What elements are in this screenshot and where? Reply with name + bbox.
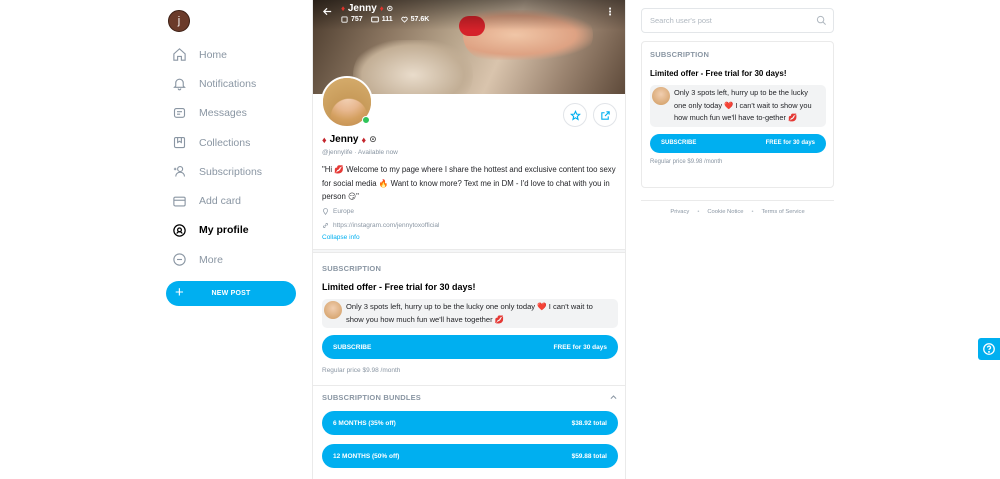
sidebar-item-label: Subscriptions — [199, 165, 263, 178]
stat-likes: 57.6K — [400, 16, 429, 23]
profile-icon — [171, 222, 187, 238]
star-icon — [569, 109, 581, 121]
section-title: SUBSCRIPTION BUNDLES — [322, 393, 422, 402]
bundle-6-months-button[interactable]: 6 MONTHS (35% off) $38.92 total — [322, 411, 618, 435]
sidebar-item-label: More — [199, 253, 223, 266]
share-button[interactable] — [593, 103, 617, 127]
more-options-icon[interactable]: ⋮ — [605, 7, 615, 18]
message-icon — [171, 105, 187, 121]
collapse-info-link[interactable]: Collapse info — [322, 234, 622, 241]
search-input[interactable]: Search user's post — [641, 8, 834, 33]
new-post-button[interactable]: + NEW POST — [166, 281, 296, 307]
sidebar-item-more[interactable]: More — [166, 245, 298, 274]
sidebar-item-label: Home — [199, 48, 228, 61]
chevron-up-icon[interactable] — [609, 393, 618, 402]
help-button[interactable] — [978, 338, 1000, 360]
footer-link-privacy[interactable]: Privacy — [670, 209, 689, 215]
offer-message: Only 3 spots left, hurry up to be the lu… — [322, 299, 618, 328]
subscription-card: SUBSCRIPTION Limited offer - Free trial … — [641, 41, 834, 188]
profile-name: ♦ Jenny ♦ ⊙ — [322, 134, 377, 145]
profile-column: ♦ Jenny ♦ ⊙ 757 111 57.6K ⋮ ♦ Jenny ♦ ⊙ … — [312, 0, 626, 479]
bundle-12-months-button[interactable]: 12 MONTHS (50% off) $59.88 total — [322, 444, 618, 468]
heart-icon — [400, 16, 408, 23]
sidebar: j Home Notifications Messages Collection… — [166, 10, 298, 307]
divider — [313, 385, 625, 386]
pin-icon: ♦ — [379, 4, 384, 13]
online-status-dot — [362, 116, 370, 124]
sidebar-item-label: Notifications — [199, 77, 257, 90]
link-icon — [323, 223, 328, 228]
cover-name: ♦ Jenny ♦ ⊙ — [341, 3, 394, 14]
offer-title: Limited offer - Free trial for 30 days! — [322, 282, 476, 292]
pin-icon: ♦ — [341, 4, 346, 13]
divider — [313, 249, 625, 253]
footer-links: Privacy • Cookie Notice • Terms of Servi… — [670, 209, 805, 215]
profile-bio: "Hi 💋 Welcome to my page where I share t… — [322, 165, 616, 201]
user-avatar[interactable]: j — [168, 10, 190, 32]
back-arrow-icon[interactable] — [322, 6, 333, 20]
bell-icon — [171, 76, 187, 92]
sidebar-item-label: My profile — [199, 224, 249, 237]
section-title: SUBSCRIPTION — [322, 264, 382, 273]
pin-icon: ♦ — [322, 134, 327, 145]
sidebar-item-my-profile[interactable]: My profile — [166, 216, 298, 245]
sidebar-item-collections[interactable]: Collections — [166, 128, 298, 157]
more-icon — [171, 252, 187, 268]
sidebar-item-label: Messages — [199, 107, 247, 120]
bundles-section: SUBSCRIPTION BUNDLES 6 MONTHS (35% off) … — [322, 393, 618, 468]
card-icon — [171, 193, 187, 209]
offer-title: Limited offer - Free trial for 30 days! — [650, 69, 787, 78]
app: j Home Notifications Messages Collection… — [0, 0, 1000, 479]
plus-icon: + — [175, 284, 184, 302]
search-icon[interactable] — [816, 15, 827, 26]
section-title: SUBSCRIPTION — [650, 50, 710, 59]
stat-photos: 757 — [341, 16, 363, 23]
image-icon — [341, 16, 348, 23]
home-icon — [171, 47, 187, 63]
profile-info: ♦ Jenny ♦ ⊙ @jennylife · Available now "… — [322, 134, 622, 241]
sidebar-item-label: Add card — [199, 195, 242, 208]
sidebar-item-notifications[interactable]: Notifications — [166, 69, 298, 98]
cover-header: ♦ Jenny ♦ ⊙ 757 111 57.6K ⋮ — [313, 0, 625, 30]
help-icon — [983, 343, 995, 355]
profile-link[interactable]: https://instagram.com/jennytoxofficial — [322, 220, 622, 232]
pin-icon: ♦ — [361, 134, 367, 145]
footer-link-cookie-notice[interactable]: Cookie Notice — [707, 209, 743, 215]
verified-icon: ⊙ — [369, 134, 377, 144]
divider — [641, 200, 834, 201]
favorite-button[interactable] — [563, 103, 587, 127]
sidebar-item-label: Collections — [199, 136, 251, 149]
sidebar-item-messages[interactable]: Messages — [166, 99, 298, 128]
profile-handle-row: @jennylife · Available now — [322, 149, 398, 156]
video-icon — [370, 16, 379, 23]
cover-stats: 757 111 57.6K — [341, 16, 429, 23]
subscribe-button[interactable]: SUBSCRIBE FREE for 30 days — [650, 133, 826, 153]
avatar — [324, 301, 342, 319]
regular-price: Regular price $9.98 /month — [322, 367, 401, 374]
footer-link-terms[interactable]: Terms of Service — [762, 209, 805, 215]
verified-icon: ⊙ — [386, 4, 394, 13]
location-icon — [323, 208, 328, 215]
profile-location: Europe — [322, 206, 622, 218]
sidebar-item-home[interactable]: Home — [166, 40, 298, 69]
subscribe-button[interactable]: SUBSCRIBE FREE for 30 days — [322, 335, 618, 359]
share-icon — [600, 110, 610, 120]
offer-message: Only 3 spots left, hurry up to be the lu… — [650, 85, 826, 127]
sidebar-item-subscriptions[interactable]: Subscriptions — [166, 157, 298, 186]
sidebar-item-add-card[interactable]: Add card — [166, 186, 298, 215]
bookmark-icon — [171, 135, 187, 151]
stat-videos: 111 — [370, 16, 393, 23]
subscription-section: SUBSCRIPTION Limited offer - Free trial … — [322, 264, 618, 374]
subscriptions-icon — [171, 164, 187, 180]
regular-price: Regular price $9.98 /month — [650, 158, 723, 165]
avatar — [652, 87, 670, 105]
